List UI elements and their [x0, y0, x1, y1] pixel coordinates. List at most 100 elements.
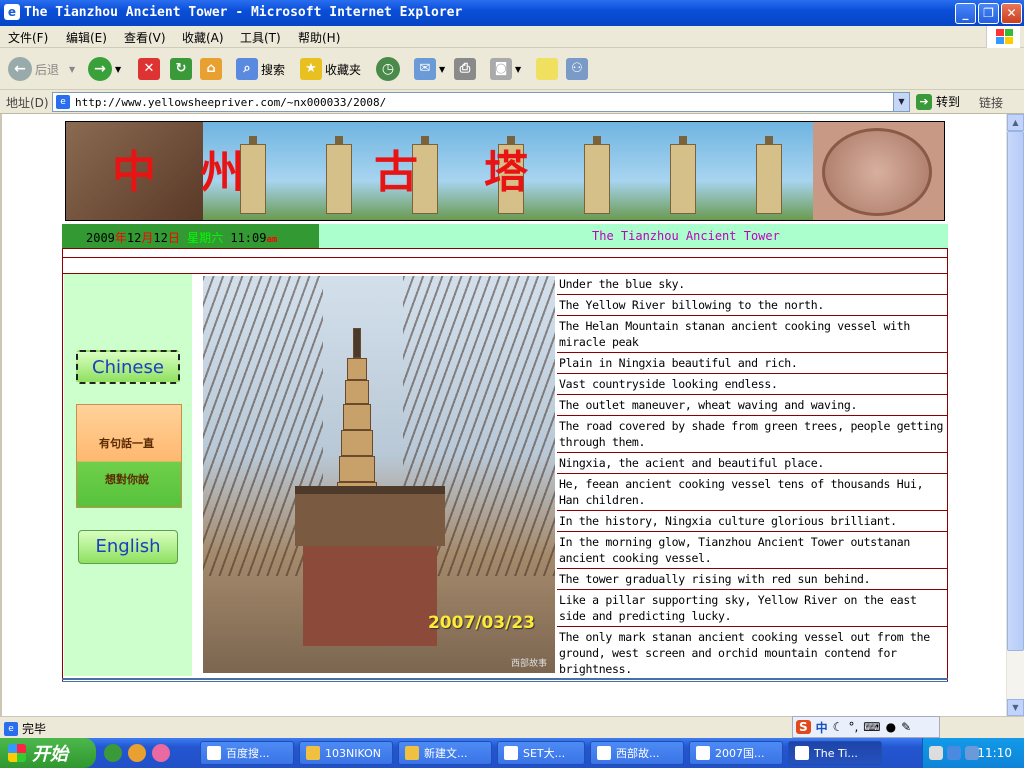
menu-edit[interactable]: 编辑(E) — [66, 29, 107, 46]
moon-icon[interactable]: ☾ — [833, 720, 844, 734]
ie-task-icon — [207, 746, 221, 760]
ie-window: e The Tianzhou Ancient Tower - Microsoft… — [0, 0, 1024, 738]
time: 11:09 — [230, 231, 267, 245]
poem-line: Ningxia, the acient and beautiful place. — [557, 452, 947, 473]
poem-line: Plain in Ningxia beautiful and rich. — [557, 352, 947, 373]
task-baidu[interactable]: 百度搜... — [200, 741, 294, 765]
user-icon[interactable]: ● — [886, 720, 896, 734]
ie-icon: e — [4, 4, 20, 20]
ime-mode[interactable]: 中 — [816, 719, 828, 736]
ime-toolbar[interactable]: S 中 ☾ °, ⌨ ● ✎ — [792, 716, 940, 738]
close-button[interactable]: ✕ — [1001, 3, 1022, 24]
keyboard-icon[interactable]: ⌨ — [863, 720, 880, 734]
star-icon: ★ — [300, 58, 322, 80]
stop-button[interactable]: ✕ — [138, 54, 163, 84]
window-title: The Tianzhou Ancient Tower - Microsoft I… — [24, 5, 463, 20]
task-set[interactable]: SET大... — [497, 741, 585, 765]
poem-line: He, feean ancient cooking vessel tens of… — [557, 473, 947, 510]
back-button[interactable]: ← 后退 ▼ — [8, 54, 75, 84]
app-launch-icon[interactable] — [152, 744, 170, 762]
poem-line: The only mark stanan ancient cooking ves… — [557, 626, 947, 679]
menu-view[interactable]: 查看(V) — [124, 29, 166, 46]
folder-icon — [306, 746, 320, 760]
wrench-icon[interactable]: ✎ — [901, 720, 911, 734]
page-title: The Tianzhou Ancient Tower — [592, 229, 780, 243]
home-button[interactable]: ⌂ — [200, 54, 225, 84]
links-button[interactable]: 链接 — [979, 94, 1003, 111]
address-dropdown-icon[interactable]: ▼ — [893, 93, 909, 111]
back-label: 后退 — [35, 62, 60, 77]
minimize-button[interactable]: _ — [955, 3, 976, 24]
restore-button[interactable]: ❐ — [978, 3, 999, 24]
task-tianzhou[interactable]: The Ti... — [788, 741, 882, 765]
scroll-thumb[interactable] — [1007, 131, 1024, 651]
go-label: 转到 — [936, 95, 961, 109]
ie-task-icon — [597, 746, 611, 760]
date-bar: 2009年12月12日 星期六 11:09am The Tianzhou Anc… — [62, 224, 948, 248]
menu-favorites[interactable]: 收藏(A) — [182, 29, 224, 46]
poem-line: In the history, Ningxia culture glorious… — [557, 510, 947, 531]
task-western-story[interactable]: 西部故... — [590, 741, 684, 765]
edit-icon: ◙ — [490, 58, 512, 80]
print-button[interactable]: ⎙ — [454, 54, 479, 84]
task-2007[interactable]: 2007国... — [689, 741, 783, 765]
toolbar: ← 后退 ▼ → ▼ ✕ ↻ ⌂ ⌕ 搜索 ★ 收藏夹 ◷ ✉ ▼ ⎙ ◙ ▼ ⚇ — [0, 48, 1024, 90]
discuss-button[interactable] — [536, 54, 561, 84]
forward-arrow-icon: → — [88, 57, 112, 81]
vertical-scrollbar[interactable]: ▲ ▼ — [1006, 114, 1024, 716]
quick-launch — [104, 744, 170, 762]
back-tray-icon[interactable] — [947, 746, 961, 760]
sogou-icon[interactable]: S — [796, 720, 811, 734]
history-button[interactable]: ◷ — [376, 54, 403, 84]
mail-button[interactable]: ✉ ▼ — [414, 54, 445, 84]
start-button[interactable]: 开始 — [0, 738, 96, 768]
forward-dropdown-icon[interactable]: ▼ — [115, 65, 121, 74]
page-icon: e — [56, 95, 70, 109]
banner-image: 中 州 古 塔 — [65, 121, 945, 221]
search-button[interactable]: ⌕ 搜索 — [236, 54, 285, 84]
title-bar: e The Tianzhou Ancient Tower - Microsoft… — [0, 0, 1024, 26]
folder-icon — [405, 746, 419, 760]
menu-tools[interactable]: 工具(T) — [240, 29, 281, 46]
edit-button[interactable]: ◙ ▼ — [490, 54, 521, 84]
english-button[interactable]: English — [78, 530, 178, 564]
address-input[interactable]: e http://www.yellowsheepriver.com/~nx000… — [52, 92, 910, 112]
search-label: 搜索 — [261, 62, 286, 77]
task-new-folder[interactable]: 新建文... — [398, 741, 492, 765]
menu-help[interactable]: 帮助(H) — [298, 29, 340, 46]
page-viewport: 中 州 古 塔 2009年12月12日 星期六 11:09am The Tian… — [0, 114, 1006, 716]
date-panel: 2009年12月12日 星期六 11:09am — [62, 224, 319, 248]
poem-column: Under the blue sky. The Yellow River bil… — [557, 273, 947, 679]
address-label: 地址(D) — [6, 96, 49, 110]
edit-dropdown-icon[interactable]: ▼ — [515, 65, 521, 74]
scroll-down-icon[interactable]: ▼ — [1007, 699, 1024, 716]
back-dropdown-icon[interactable]: ▼ — [69, 65, 75, 74]
menu-file[interactable]: 文件(F) — [8, 29, 48, 46]
address-bar: 地址(D) e http://www.yellowsheepriver.com/… — [0, 90, 1024, 114]
ie-task-icon — [696, 746, 710, 760]
windows-flag-icon — [8, 744, 26, 762]
favorites-button[interactable]: ★ 收藏夹 — [300, 54, 361, 84]
clock: 11:10 — [977, 746, 1012, 760]
mail-dropdown-icon[interactable]: ▼ — [439, 65, 445, 74]
go-button[interactable]: ➔ 转到 — [916, 93, 960, 110]
task-103nikon[interactable]: 103NIKON — [299, 741, 393, 765]
poem-line: Like a pillar supporting sky, Yellow Riv… — [557, 589, 947, 626]
media-launch-icon[interactable] — [128, 744, 146, 762]
kids-greeting-image[interactable]: 有句話一直 想對你說 — [76, 404, 182, 508]
search-icon: ⌕ — [236, 58, 258, 80]
scroll-up-icon[interactable]: ▲ — [1007, 114, 1024, 131]
photo-date: 2007/03/23 — [427, 613, 535, 633]
content-table: Chinese 有句話一直 想對你說 English 2007/03/23 西部… — [62, 248, 948, 682]
menu-bar: 文件(F) 编辑(E) 查看(V) 收藏(A) 工具(T) 帮助(H) — [0, 26, 1024, 48]
ie-launch-icon[interactable] — [104, 744, 122, 762]
poem-line: The Yellow River billowing to the north. — [557, 294, 947, 315]
keyboard-tray-icon[interactable] — [929, 746, 943, 760]
chinese-button[interactable]: Chinese — [76, 350, 180, 384]
punctuation-icon[interactable]: °, — [848, 720, 858, 734]
poem-line: The tower gradually rising with red sun … — [557, 568, 947, 589]
messenger-button[interactable]: ⚇ — [566, 54, 591, 84]
poem-line: Under the blue sky. — [557, 273, 947, 294]
refresh-button[interactable]: ↻ — [170, 54, 195, 84]
forward-button[interactable]: → ▼ — [88, 54, 121, 84]
